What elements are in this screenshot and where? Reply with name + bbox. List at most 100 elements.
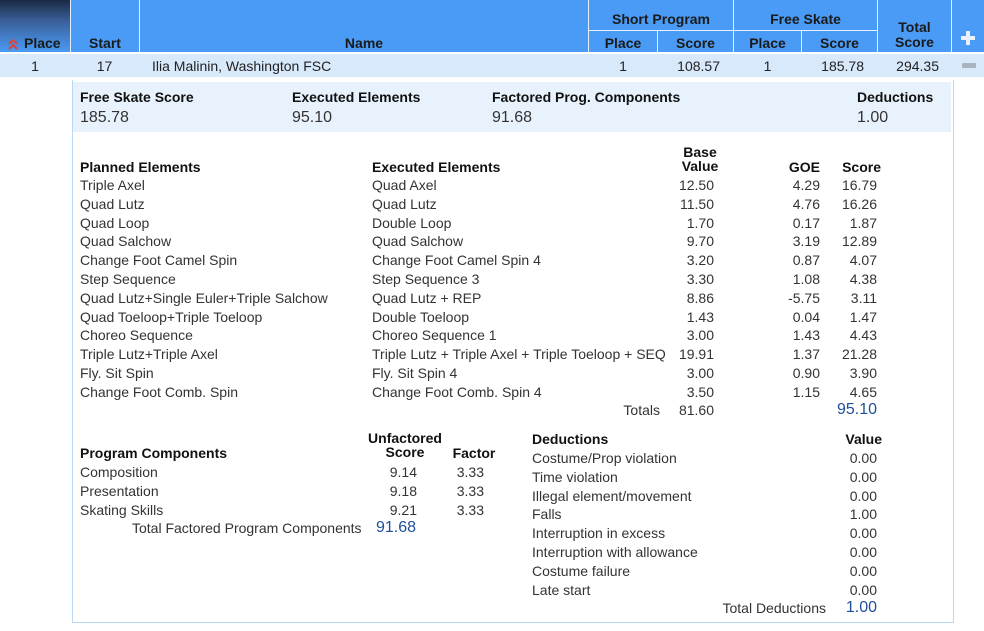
element-score: 3.11 [850,289,877,306]
executed-element: Quad Lutz [372,195,437,212]
deduction-name: Interruption in excess [532,525,666,542]
header-name[interactable]: Name [140,35,588,51]
deductions-title: Deductions [532,431,609,447]
element-base-value: 3.00 [686,327,714,344]
planned-element: Step Sequence [80,271,176,287]
athlete-place: 1 [31,58,39,74]
element-goe: 0.04 [792,308,820,325]
program-components-title: Program Components [80,445,228,461]
executed-element: Change Foot Camel Spin 4 [372,252,541,269]
component-factor: 3.33 [456,482,484,499]
component-name: Composition [80,464,158,480]
base-value-header: Base Value [672,145,728,173]
header-short-program: Short Program [611,11,710,27]
element-score: 12.89 [841,233,877,250]
element-base-value: 3.50 [686,383,714,400]
deduction-name: Illegal element/movement [532,487,692,504]
header-sp-score[interactable]: Score [658,35,733,51]
component-factor: 3.33 [456,464,484,480]
planned-element: Choreo Sequence [80,327,193,344]
element-goe: 3.19 [792,233,820,250]
fs-score-label: Free Skate Score [80,89,194,105]
element-score: 1.47 [849,308,877,325]
base-value-line1: Base [683,144,717,160]
element-score: 4.43 [849,327,877,344]
unfactored-score-header: Unfactored Score [360,431,450,459]
minus-icon[interactable] [962,63,976,68]
athlete-fs-place: 1 [763,58,772,74]
component-factor: 3.33 [456,501,484,518]
element-goe: 0.17 [792,214,820,231]
header-fs-place[interactable]: Place [734,35,801,51]
prog-components-value: 91.68 [492,109,533,126]
component-name: Presentation [80,482,159,499]
element-base-value: 8.86 [686,289,714,306]
totals-score: 95.10 [836,401,877,418]
element-goe: 4.29 [792,177,820,193]
total-components-label: Total Factored Program Components [132,520,362,536]
header-fs-score[interactable]: Score [802,35,877,51]
table-row[interactable]: 1 17 Ilia Malinin, Washington FSC 1 108.… [0,54,984,77]
planned-element: Change Foot Camel Spin [80,252,238,269]
total-deductions-label: Total Deductions [722,600,826,616]
element-goe: 1.15 [792,383,820,400]
totals-base: 81.60 [678,402,714,418]
header-total-score[interactable]: Total Score [878,20,951,50]
element-score: 3.90 [849,365,877,381]
plus-icon[interactable] [960,30,976,46]
planned-element: Triple Axel [80,177,145,193]
planned-element: Quad Toeloop+Triple Toeloop [80,308,263,325]
unfactored-line2: Score [385,444,425,460]
athlete-name: Ilia Malinin, Washington FSC [152,58,332,74]
deduction-name: Costume/Prop violation [532,450,677,466]
deduction-name: Interruption with allowance [532,544,698,560]
planned-element: Quad Lutz+Single Euler+Triple Salchow [80,289,328,306]
planned-element: Quad Loop [80,214,150,231]
athlete-sp-score: 108.57 [677,58,720,74]
deduction-value: 0.00 [849,562,877,579]
factor-header: Factor [452,445,496,461]
deduction-name: Costume failure [532,562,631,579]
total-deductions-value: 1.00 [845,599,877,616]
component-name: Skating Skills [80,501,164,518]
base-value-line2: Value [681,158,719,174]
element-base-value: 3.20 [686,252,714,269]
planned-element: Quad Lutz [80,195,145,212]
element-base-value: 11.50 [680,195,714,212]
athlete-fs-score: 185.78 [821,58,864,74]
element-goe: -5.75 [788,289,820,306]
deduction-value: 0.00 [849,450,877,466]
executed-element: Quad Lutz + REP [372,289,482,306]
deductions-label: Deductions [857,89,934,105]
component-score: 9.21 [389,501,417,518]
planned-element: Quad Salchow [80,233,172,250]
component-score: 9.14 [389,464,417,480]
element-base-value: 12.50 [678,177,714,193]
header-start[interactable]: Start [72,35,138,51]
element-base-value: 3.30 [686,271,714,287]
element-score: 4.07 [849,252,877,269]
score-header: Score [842,159,881,175]
header-total-line2: Score [895,34,934,50]
header-sp-place[interactable]: Place [589,35,657,51]
executed-elements-header: Executed Elements [372,159,501,175]
sort-up-icon[interactable] [8,38,18,50]
element-goe: 0.90 [792,365,820,381]
planned-elements-header: Planned Elements [80,159,201,175]
planned-element: Fly. Sit Spin [80,365,154,381]
element-goe: 1.08 [792,271,820,287]
planned-element: Change Foot Comb. Spin [80,383,238,400]
executed-element: Quad Salchow [372,233,464,250]
header-place[interactable]: Place [24,35,68,51]
results-table-header: Place Start Name Short Program Place Sco… [0,0,984,52]
total-components-value: 91.68 [376,519,417,536]
athlete-sp-place: 1 [619,58,627,74]
element-base-value: 19.91 [678,346,714,363]
deduction-value: 0.00 [849,525,877,542]
executed-element: Choreo Sequence 1 [372,327,497,344]
element-score: 1.87 [849,214,877,231]
deduction-value: 0.00 [849,544,877,560]
element-base-value: 1.70 [686,214,714,231]
executed-element: Fly. Sit Spin 4 [372,365,458,381]
deduction-value: 0.00 [849,468,877,485]
